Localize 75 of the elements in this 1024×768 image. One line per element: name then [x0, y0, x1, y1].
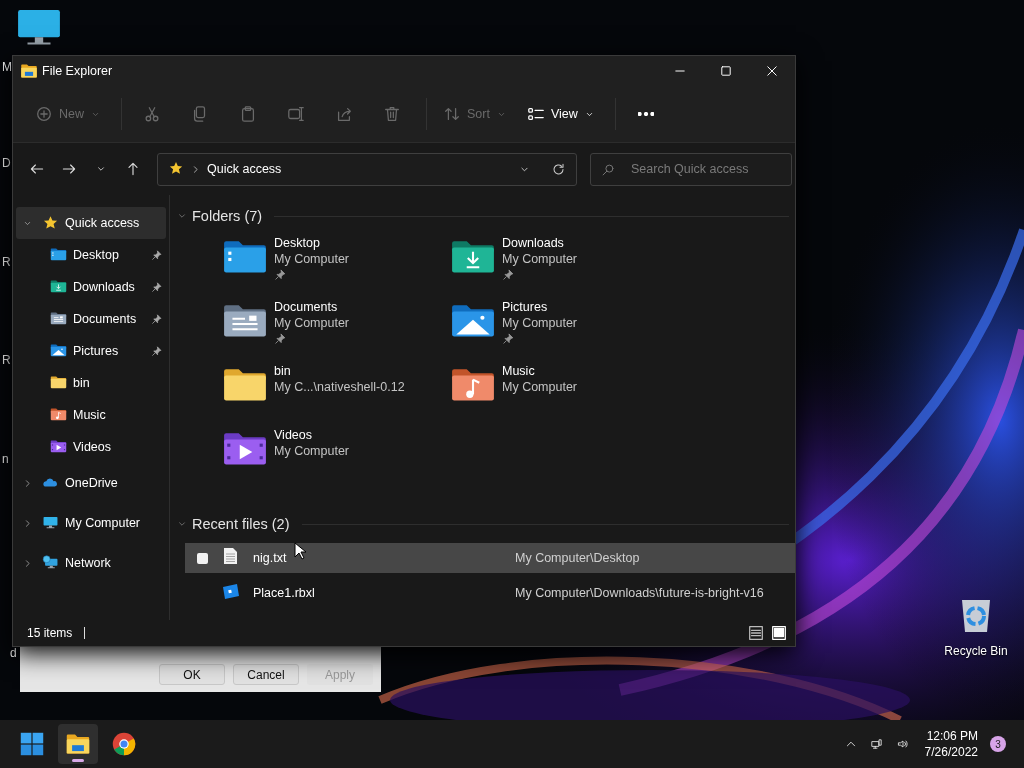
folder-tile[interactable]: Desktop My Computer [222, 235, 450, 299]
checkbox[interactable] [196, 552, 208, 564]
sidebar-item[interactable]: Downloads [16, 271, 166, 303]
desktop-icon-label: D [2, 156, 11, 170]
pin-icon [151, 345, 162, 357]
sidebar-item[interactable]: bin [16, 367, 166, 399]
desktop-icon-label: M [2, 60, 12, 74]
sidebar-item[interactable]: Music [16, 399, 166, 431]
sidebar-item[interactable]: Documents [16, 303, 166, 335]
file-row[interactable]: nig.txt My Computer\Desktop [185, 543, 795, 573]
breadcrumb[interactable]: Quick access [207, 162, 282, 176]
share-icon [335, 105, 353, 123]
sidebar-item[interactable]: Desktop [16, 239, 166, 271]
back-arrow-icon [29, 161, 45, 177]
notification-badge[interactable]: 3 [990, 736, 1006, 752]
details-view-icon [747, 624, 765, 642]
sidebar-item[interactable]: Quick access [16, 207, 166, 239]
clock-date[interactable]: 7/26/2022 [924, 744, 978, 760]
group-header[interactable]: Folders (7) [192, 208, 263, 224]
rename-icon [287, 105, 305, 123]
address-bar[interactable]: Quick access [157, 152, 577, 186]
pin-icon [502, 333, 514, 345]
sidebar-item[interactable]: My Computer [16, 503, 166, 543]
sidebar-item[interactable]: Pictures [16, 335, 166, 367]
tiles-view-button[interactable] [769, 623, 789, 643]
desktop-icon-label: R [2, 255, 11, 269]
start-icon [19, 731, 45, 757]
tiles-view-icon [770, 624, 788, 642]
folder-tile[interactable]: bin My C...\nativeshell-0.12 [222, 363, 450, 427]
search-field[interactable]: Search Quick access [590, 152, 792, 186]
search-icon [601, 162, 615, 177]
desktop-icon-label: R [2, 353, 11, 367]
pin-icon [151, 281, 162, 293]
sidebar-item[interactable]: Network [16, 543, 166, 583]
folder-tile[interactable]: Downloads My Computer [450, 235, 678, 299]
folder-tile[interactable]: Music My Computer [450, 363, 678, 427]
folder-tile[interactable]: Videos My Computer [222, 427, 450, 491]
browser-icon [111, 731, 137, 757]
pin-icon [502, 269, 514, 281]
clipboard-icon [239, 105, 257, 123]
sidebar-item[interactable]: OneDrive [16, 463, 166, 503]
refresh-icon[interactable] [551, 161, 566, 177]
pin-icon [151, 313, 162, 325]
folder-icon [20, 62, 38, 80]
group-header[interactable]: Recent files (2) [192, 516, 290, 532]
dialog-button[interactable]: OK [159, 664, 225, 685]
forward-arrow-icon [61, 161, 77, 177]
plus-icon [35, 105, 53, 123]
close-icon [765, 64, 779, 78]
details-view-button[interactable] [746, 623, 766, 643]
list-icon [526, 105, 545, 123]
window-title: File Explorer [42, 64, 113, 78]
pin-icon [274, 333, 286, 345]
folder-tile[interactable]: Pictures My Computer [450, 299, 678, 363]
desktop-icon-label: n [2, 452, 9, 466]
recycle-bin[interactable]: Recycle Bin [938, 596, 1014, 658]
desktop-icon-label: d [10, 646, 17, 660]
item-count: 15 items [27, 626, 73, 640]
network-icon [870, 736, 883, 752]
clock-time[interactable]: 12:06 PM [926, 728, 978, 744]
pin-icon [151, 249, 162, 261]
sidebar-item[interactable]: Videos [16, 431, 166, 463]
mouse-pointer-icon [294, 542, 306, 560]
up-arrow-icon [125, 161, 141, 177]
sort-icon [443, 105, 461, 123]
scissors-icon [143, 105, 161, 123]
more-icon [637, 112, 654, 116]
maximize-icon [719, 64, 733, 78]
view-button[interactable]: View [518, 97, 603, 131]
folder-tile[interactable]: Documents My Computer [222, 299, 450, 363]
dialog-button[interactable]: Cancel [233, 664, 299, 685]
trash-icon [383, 105, 401, 123]
file-explorer-button[interactable] [58, 724, 98, 764]
pin-icon [274, 269, 286, 281]
file-row[interactable]: Place1.rbxl My Computer\Downloads\future-is-bright-v16 [185, 578, 795, 608]
